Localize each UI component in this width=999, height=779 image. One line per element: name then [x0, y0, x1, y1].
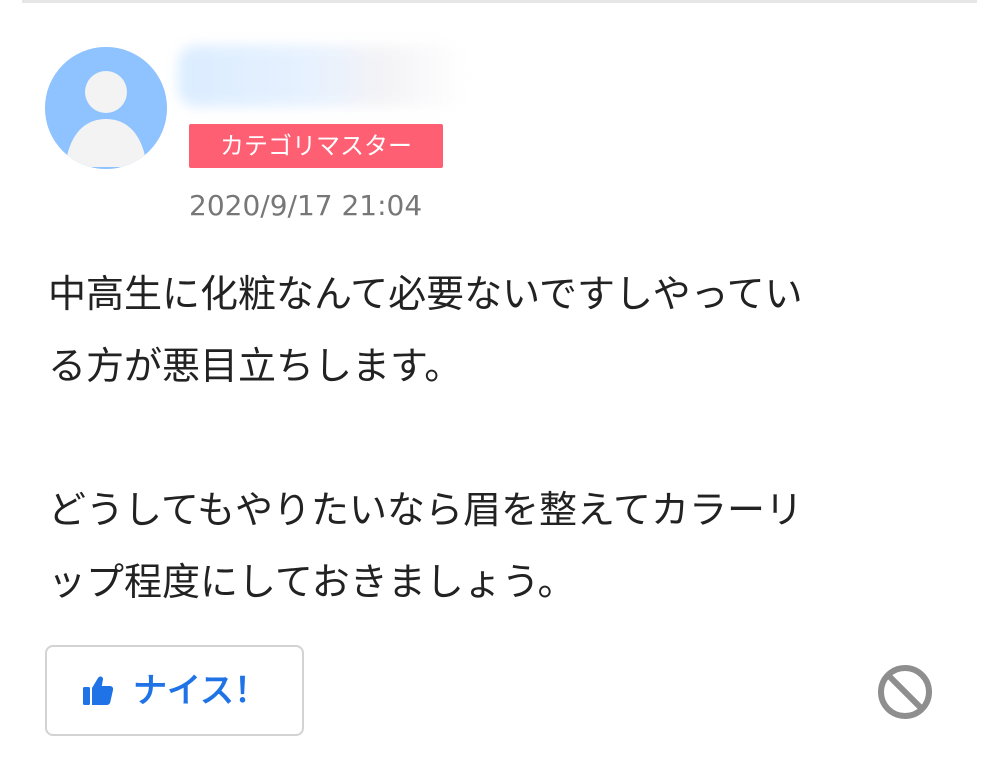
nice-button[interactable]: ナイス！ — [45, 645, 304, 736]
thumbs-up-icon — [81, 674, 115, 708]
answer-line-3: どうしてもやりたいなら眉を整えてカラーリ — [48, 488, 804, 532]
no-entry-icon[interactable] — [876, 663, 934, 721]
nice-button-label: ナイス！ — [133, 671, 268, 710]
answer-line-4: ップ程度にしておきましょう。 — [48, 560, 576, 604]
answer-body: 中高生に化粧なんて必要ないですしやってい る方が悪目立ちします。 どうしてもやり… — [48, 258, 948, 618]
answer-card: カテゴリマスター 2020/9/17 21:04 中高生に化粧なんて必要ないです… — [0, 0, 999, 779]
answer-line-1: 中高生に化粧なんて必要ないですしやってい — [48, 272, 803, 316]
answer-line-2: る方が悪目立ちします。 — [48, 344, 463, 388]
category-master-badge: カテゴリマスター — [189, 124, 443, 168]
blurred-username — [178, 45, 468, 107]
answer-timestamp: 2020/9/17 21:04 — [189, 189, 423, 222]
top-divider — [22, 0, 977, 3]
avatar[interactable] — [45, 47, 167, 169]
answer-blank-line — [48, 402, 948, 474]
